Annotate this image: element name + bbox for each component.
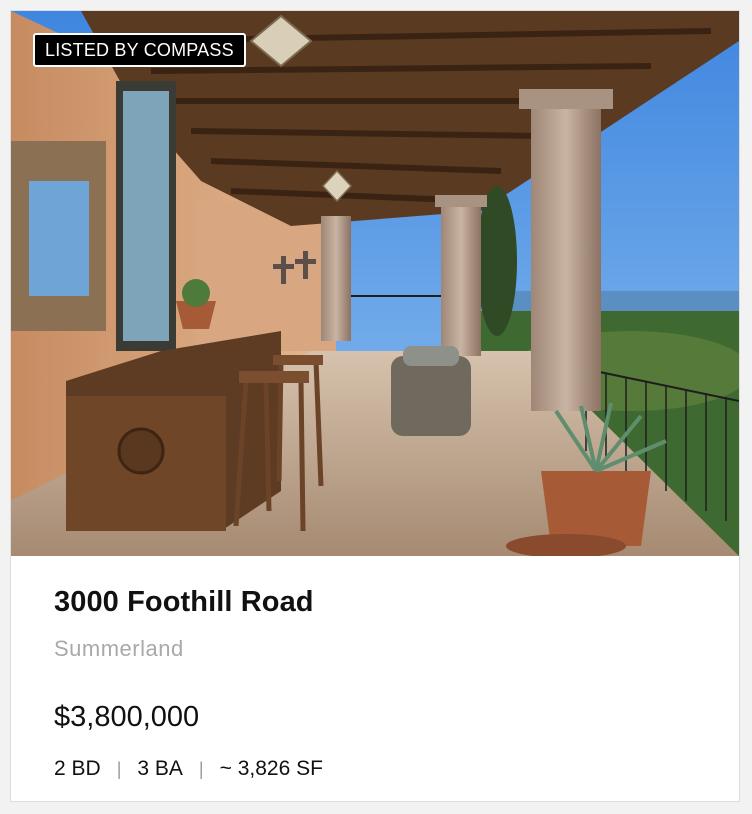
listing-card[interactable]: LISTED BY COMPASS 3000 Foothill Road Sum… bbox=[10, 10, 740, 802]
stat-separator: | bbox=[116, 758, 122, 779]
listed-by-badge: LISTED BY COMPASS bbox=[33, 33, 246, 67]
listing-info: 3000 Foothill Road Summerland $3,800,000… bbox=[11, 556, 739, 801]
listing-stats: 2 BD | 3 BA | ~ 3,826 SF bbox=[54, 757, 323, 781]
listing-city: Summerland bbox=[54, 636, 184, 661]
listing-address[interactable]: 3000 Foothill Road bbox=[54, 586, 314, 619]
stat-separator: | bbox=[198, 758, 204, 779]
baths-count: 3 BA bbox=[137, 757, 183, 780]
listing-price: $3,800,000 bbox=[54, 701, 200, 733]
listing-photo[interactable]: LISTED BY COMPASS bbox=[11, 11, 739, 556]
beds-count: 2 BD bbox=[54, 757, 101, 780]
square-footage: ~ 3,826 SF bbox=[219, 757, 323, 780]
